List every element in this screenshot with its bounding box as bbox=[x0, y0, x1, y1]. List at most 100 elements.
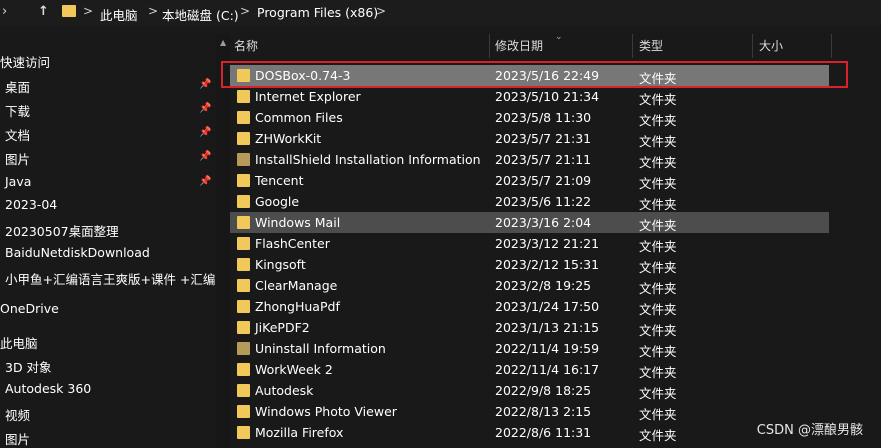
sidebar-item-autodesk-360[interactable]: Autodesk 360 bbox=[5, 381, 91, 396]
folder-icon bbox=[237, 111, 250, 124]
file-name: Common Files bbox=[255, 110, 343, 125]
pin-icon: 📌 bbox=[199, 127, 212, 138]
folder-icon bbox=[237, 132, 250, 145]
sidebar-item-this-pc[interactable]: 此电脑 bbox=[0, 333, 38, 352]
file-date: 2023/5/10 21:34 bbox=[495, 89, 600, 104]
file-name: Google bbox=[255, 194, 300, 209]
folder-icon bbox=[237, 321, 250, 334]
file-row[interactable]: JiKePDF2 2023/1/13 21:15 文件夹 bbox=[230, 317, 829, 338]
sidebar-item-baidunetdisk[interactable]: BaiduNetdiskDownload bbox=[5, 245, 150, 260]
sidebar-item-videos[interactable]: 视频 bbox=[5, 405, 30, 424]
column-header-size[interactable]: 大小 bbox=[759, 34, 783, 58]
file-row[interactable]: WorkWeek 2 2022/11/4 16:17 文件夹 bbox=[230, 359, 829, 380]
file-row[interactable]: Windows Mail 2023/3/16 2:04 文件夹 bbox=[230, 212, 829, 233]
folder-icon bbox=[237, 174, 250, 187]
back-chevron-icon[interactable]: › bbox=[2, 4, 7, 19]
column-header-name[interactable]: 名称 bbox=[234, 34, 258, 58]
file-type: 文件夹 bbox=[639, 134, 677, 149]
file-name: Uninstall Information bbox=[255, 341, 386, 356]
folder-icon bbox=[237, 342, 250, 355]
file-name: Windows Photo Viewer bbox=[255, 404, 397, 419]
file-name: ZhongHuaPdf bbox=[255, 299, 340, 314]
breadcrumb-this-pc[interactable]: 此电脑 bbox=[100, 5, 138, 24]
scroll-up-icon[interactable]: ▲ bbox=[220, 38, 226, 47]
file-row[interactable]: Common Files 2023/5/8 11:30 文件夹 bbox=[230, 107, 829, 128]
file-name: ZHWorkKit bbox=[255, 131, 322, 146]
file-date: 2023/5/7 21:31 bbox=[495, 131, 592, 146]
file-name: Windows Mail bbox=[255, 215, 341, 230]
breadcrumb-drive-c[interactable]: 本地磁盘 (C:) bbox=[162, 5, 239, 24]
column-header-modified[interactable]: 修改日期 bbox=[495, 34, 543, 58]
sidebar-item-downloads[interactable]: 下载 bbox=[5, 101, 30, 120]
sidebar-item-3d-objects[interactable]: 3D 对象 bbox=[5, 357, 52, 376]
address-bar: › ↑ > 此电脑 > 本地磁盘 (C:) > Program Files (x… bbox=[0, 0, 881, 26]
file-row[interactable]: Internet Explorer 2023/5/10 21:34 文件夹 bbox=[230, 86, 829, 107]
file-date: 2023/1/24 17:50 bbox=[495, 299, 600, 314]
file-name: JiKePDF2 bbox=[255, 320, 310, 335]
file-type: 文件夹 bbox=[639, 323, 677, 338]
sidebar-scrollbar[interactable] bbox=[216, 34, 230, 448]
file-type: 文件夹 bbox=[639, 176, 677, 191]
file-row[interactable]: ZHWorkKit 2023/5/7 21:31 文件夹 bbox=[230, 128, 829, 149]
file-row[interactable]: ClearManage 2023/2/8 19:25 文件夹 bbox=[230, 275, 829, 296]
file-row[interactable]: Tencent 2023/5/7 21:09 文件夹 bbox=[230, 170, 829, 191]
pin-icon: 📌 bbox=[199, 103, 212, 114]
file-date: 2023/5/6 11:22 bbox=[495, 194, 592, 209]
folder-icon bbox=[237, 384, 250, 397]
quick-access-header[interactable]: 快速访问 bbox=[0, 52, 50, 71]
file-name: Mozilla Firefox bbox=[255, 425, 344, 440]
folder-icon bbox=[237, 195, 250, 208]
file-row[interactable]: ZhongHuaPdf 2023/1/24 17:50 文件夹 bbox=[230, 296, 829, 317]
folder-icon bbox=[237, 216, 250, 229]
column-divider[interactable] bbox=[752, 34, 753, 58]
file-type: 文件夹 bbox=[639, 302, 677, 317]
file-date: 2023/5/7 21:11 bbox=[495, 152, 592, 167]
file-row[interactable]: Google 2023/5/6 11:22 文件夹 bbox=[230, 191, 829, 212]
sidebar-item-assembly-course[interactable]: 小甲鱼+汇编语言王爽版+课件 +汇编+ bbox=[5, 269, 226, 288]
folder-icon bbox=[237, 405, 250, 418]
sidebar-item-documents[interactable]: 文档 bbox=[5, 125, 30, 144]
folder-icon bbox=[237, 237, 250, 250]
up-arrow-icon[interactable]: ↑ bbox=[38, 4, 49, 19]
file-row[interactable]: Windows Photo Viewer 2022/8/13 2:15 文件夹 bbox=[230, 401, 829, 422]
pin-icon: 📌 bbox=[199, 151, 212, 162]
file-date: 2022/8/13 2:15 bbox=[495, 404, 592, 419]
file-type: 文件夹 bbox=[639, 239, 677, 254]
file-row[interactable]: Kingsoft 2023/2/12 15:31 文件夹 bbox=[230, 254, 829, 275]
sidebar-item-pictures[interactable]: 图片 bbox=[5, 149, 30, 168]
pin-icon: 📌 bbox=[199, 176, 212, 187]
file-row[interactable]: Autodesk 2022/9/8 18:25 文件夹 bbox=[230, 380, 829, 401]
file-row[interactable]: FlashCenter 2023/3/12 21:21 文件夹 bbox=[230, 233, 829, 254]
file-name: Internet Explorer bbox=[255, 89, 361, 104]
folder-icon bbox=[237, 153, 250, 166]
file-name: Tencent bbox=[255, 173, 304, 188]
folder-icon bbox=[237, 90, 250, 103]
file-type: 文件夹 bbox=[639, 260, 677, 275]
file-row[interactable]: Mozilla Firefox 2022/8/6 11:31 文件夹 bbox=[230, 422, 829, 443]
sidebar-item-pc-pictures[interactable]: 图片 bbox=[5, 429, 30, 448]
file-type: 文件夹 bbox=[639, 344, 677, 359]
file-type: 文件夹 bbox=[639, 218, 677, 233]
sidebar-item-onedrive[interactable]: OneDrive bbox=[0, 301, 59, 316]
file-date: 2023/2/12 15:31 bbox=[495, 257, 600, 272]
highlight-box bbox=[221, 61, 848, 88]
column-divider[interactable] bbox=[632, 34, 633, 58]
sidebar-item-2023-04[interactable]: 2023-04 bbox=[5, 197, 57, 212]
sidebar-item-desktop-cleanup[interactable]: 20230507桌面整理 bbox=[5, 221, 119, 240]
file-date: 2022/11/4 19:59 bbox=[495, 341, 600, 356]
file-row[interactable]: InstallShield Installation Information 20… bbox=[230, 149, 829, 170]
file-type: 文件夹 bbox=[639, 92, 677, 107]
file-row[interactable]: Uninstall Information 2022/11/4 19:59 文件夹 bbox=[230, 338, 829, 359]
sidebar-item-desktop[interactable]: 桌面 bbox=[5, 77, 30, 96]
file-type: 文件夹 bbox=[639, 386, 677, 401]
file-name: FlashCenter bbox=[255, 236, 330, 251]
breadcrumb-separator: > bbox=[376, 4, 387, 18]
column-divider[interactable] bbox=[831, 34, 832, 58]
sidebar-item-java[interactable]: Java bbox=[5, 174, 31, 189]
file-date: 2022/8/6 11:31 bbox=[495, 425, 592, 440]
column-divider[interactable] bbox=[489, 34, 490, 58]
column-header-type[interactable]: 类型 bbox=[639, 34, 663, 58]
file-date: 2023/3/12 21:21 bbox=[495, 236, 600, 251]
breadcrumb-separator: > bbox=[148, 4, 159, 18]
breadcrumb-program-files[interactable]: Program Files (x86) bbox=[257, 5, 378, 20]
